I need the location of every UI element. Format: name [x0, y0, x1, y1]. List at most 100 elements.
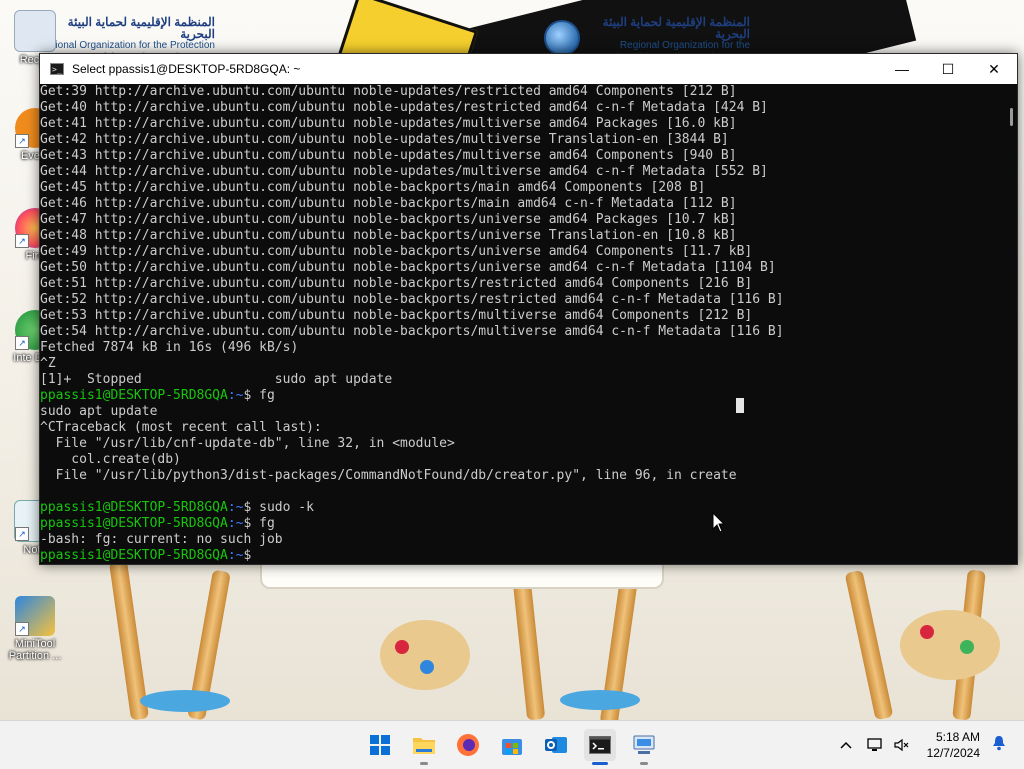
taskbar-firefox[interactable]: [452, 729, 484, 761]
prompt-command: $ fg: [243, 388, 275, 403]
terminal-line: File "/usr/lib/python3/dist-packages/Com…: [40, 468, 737, 483]
paintbrush-decoration: [844, 569, 894, 720]
terminal-line: Get:52 http://archive.ubuntu.com/ubuntu …: [40, 292, 784, 307]
text-cursor: [736, 398, 744, 413]
firefox-icon: [457, 734, 479, 756]
terminal-line: Get:43 http://archive.ubuntu.com/ubuntu …: [40, 148, 737, 163]
prompt-path: :~: [227, 500, 244, 515]
paint-dot: [420, 660, 434, 674]
terminal-line: Get:46 http://archive.ubuntu.com/ubuntu …: [40, 196, 737, 211]
network-icon: [867, 738, 882, 751]
paint-dot: [395, 640, 409, 654]
terminal-line: Get:50 http://archive.ubuntu.com/ubuntu …: [40, 260, 776, 275]
close-button[interactable]: ✕: [971, 54, 1017, 84]
prompt-path: :~: [227, 516, 244, 531]
recycle-bin-icon: [14, 10, 56, 52]
taskbar-clock[interactable]: 5:18 AM 12/7/2024: [927, 729, 980, 761]
terminal-line: Get:54 http://archive.ubuntu.com/ubuntu …: [40, 324, 784, 339]
mouse-pointer-icon: [712, 512, 726, 533]
show-hidden-icons-button[interactable]: [836, 721, 856, 769]
clock-date: 12/7/2024: [926, 746, 980, 760]
store-icon: [502, 739, 522, 755]
paint-splash: [560, 690, 640, 710]
shortcut-arrow-icon: ↗: [15, 622, 29, 636]
terminal-prompt-line: ppassis1@DESKTOP-5RD8GQA:~$: [40, 548, 1003, 564]
terminal-line: Get:40 http://archive.ubuntu.com/ubuntu …: [40, 100, 768, 115]
taskbar: 5:18 AM 12/7/2024: [0, 720, 1024, 769]
minimize-button[interactable]: —: [879, 54, 925, 84]
outlook-icon: [545, 737, 567, 753]
shortcut-arrow-icon: ↗: [15, 527, 29, 541]
terminal-prompt-line: ppassis1@DESKTOP-5RD8GQA:~$ fg: [40, 388, 1003, 404]
terminal-line: -bash: fg: current: no such job: [40, 532, 283, 547]
terminal-scrollbar[interactable]: [1003, 84, 1017, 564]
speaker-muted-icon: [894, 738, 909, 752]
taskbar-file-explorer[interactable]: [408, 729, 440, 765]
paint-splash: [140, 690, 230, 712]
start-button[interactable]: [364, 729, 396, 761]
scrollbar-thumb[interactable]: [1010, 108, 1013, 126]
taskbar-outlook[interactable]: [540, 729, 572, 761]
prompt-command: $: [243, 548, 252, 563]
terminal-line: ^CTraceback (most recent call last):: [40, 420, 322, 435]
taskbar-microsoft-store[interactable]: [496, 729, 528, 761]
terminal-line: Get:53 http://archive.ubuntu.com/ubuntu …: [40, 308, 753, 323]
terminal-line: Get:47 http://archive.ubuntu.com/ubuntu …: [40, 212, 737, 227]
terminal-line: Fetched 7874 kB in 16s (496 kB/s): [40, 340, 299, 355]
prompt-command: $ sudo -k: [243, 500, 314, 515]
terminal-line: Get:39 http://archive.ubuntu.com/ubuntu …: [40, 84, 737, 99]
prompt-user: ppassis1@DESKTOP-5RD8GQA: [40, 388, 228, 403]
maximize-button[interactable]: ☐: [925, 54, 971, 84]
terminal-line: Get:51 http://archive.ubuntu.com/ubuntu …: [40, 276, 753, 291]
clock-time: 5:18 AM: [935, 730, 980, 744]
terminal-line: Get:42 http://archive.ubuntu.com/ubuntu …: [40, 132, 729, 147]
desktop-icon-label: MiniTool Partition ...: [8, 638, 62, 662]
chevron-up-icon: [840, 741, 852, 749]
logo-arabic-text: المنظمة الإقليمية لحماية البيئة البحرية: [602, 15, 750, 41]
rope-logo-icon: [544, 20, 580, 56]
terminal-line: ^Z: [40, 356, 56, 371]
terminal-prompt-line: ppassis1@DESKTOP-5RD8GQA:~$ sudo -k: [40, 500, 1003, 516]
terminal-line: col.create(db): [40, 452, 181, 467]
palette-decoration: [380, 620, 470, 690]
palette-decoration: [900, 610, 1000, 680]
bell-icon: [993, 736, 1005, 751]
network-status-button[interactable]: [866, 721, 886, 769]
terminal-line: File "/usr/lib/cnf-update-db", line 32, …: [40, 436, 455, 451]
terminal-line: Get:49 http://archive.ubuntu.com/ubuntu …: [40, 244, 753, 259]
taskbar-terminal[interactable]: [584, 729, 616, 765]
shortcut-arrow-icon: ↗: [15, 336, 29, 350]
prompt-path: :~: [227, 548, 244, 563]
prompt-user: ppassis1@DESKTOP-5RD8GQA: [40, 548, 228, 563]
paint-dot: [920, 625, 934, 639]
paintbrush-decoration: [512, 579, 546, 720]
volume-button[interactable]: [892, 721, 912, 769]
terminal-window[interactable]: >_ Select ppassis1@DESKTOP-5RD8GQA: ~ — …: [39, 53, 1018, 565]
window-titlebar[interactable]: >_ Select ppassis1@DESKTOP-5RD8GQA: ~ — …: [40, 54, 1017, 84]
terminal-app-icon: >_: [50, 63, 64, 75]
terminal-prompt-line: ppassis1@DESKTOP-5RD8GQA:~$ fg: [40, 516, 1003, 532]
notification-bell-icon[interactable]: [992, 735, 1006, 756]
folder-icon: [413, 738, 435, 754]
paint-dot: [960, 640, 974, 654]
terminal-line: Get:44 http://archive.ubuntu.com/ubuntu …: [40, 164, 768, 179]
terminal-icon: [589, 736, 611, 754]
prompt-command: $ fg: [243, 516, 275, 531]
terminal-output[interactable]: Get:39 http://archive.ubuntu.com/ubuntu …: [40, 84, 1003, 564]
active-indicator: [592, 762, 608, 765]
terminal-line: sudo apt update: [40, 404, 158, 419]
running-indicator: [420, 762, 428, 765]
remote-desktop-icon: [633, 735, 655, 754]
windows-start-icon: [370, 735, 390, 755]
desktop-icon-minitool[interactable]: ↗ MiniTool Partition ...: [4, 596, 66, 662]
taskbar-remote-desktop[interactable]: [628, 729, 660, 765]
prompt-user: ppassis1@DESKTOP-5RD8GQA: [40, 516, 228, 531]
running-indicator: [640, 762, 648, 765]
shortcut-arrow-icon: ↗: [15, 134, 29, 148]
shortcut-arrow-icon: ↗: [15, 234, 29, 248]
terminal-line: [1]+ Stopped sudo apt update: [40, 372, 393, 387]
terminal-line: Get:41 http://archive.ubuntu.com/ubuntu …: [40, 116, 737, 131]
prompt-user: ppassis1@DESKTOP-5RD8GQA: [40, 500, 228, 515]
prompt-path: :~: [227, 388, 244, 403]
